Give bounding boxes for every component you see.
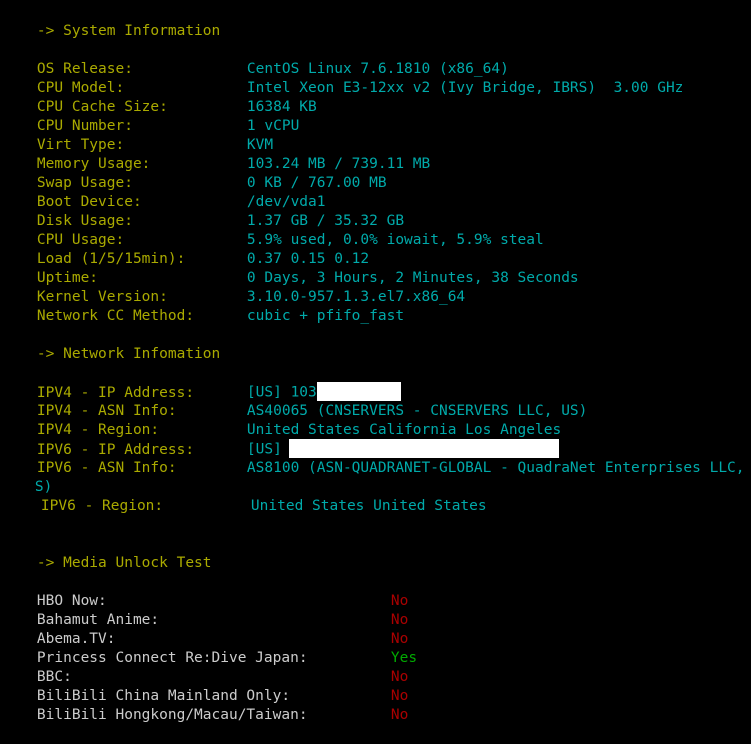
row-ipv4-region: IPV4 - Region: United States California L… [0,402,751,438]
row-cpu-usage: CPU Usage: 5.9% used, 0.0% iowait, 5.9% s… [0,212,751,248]
row-ipv6-asn-info: IPV6 - ASN Info: AS8100 (ASN-QUADRANET-GL… [0,440,751,476]
row-network-cc-method: Network CC Method: cubic + pfifo_fast [0,288,751,324]
row-bbc: BBC: No [0,649,751,685]
row-bilibili-hongkong-macau-taiwan: BiliBili Hongkong/Macau/Taiwan: No [0,687,751,723]
row-bahamut-anime: Bahamut Anime: No [0,592,751,628]
row-kernel-version: Kernel Version: 3.10.0-957.1.3.el7.x86_64 [0,269,751,305]
row-cpu-model: CPU Model: Intel Xeon E3-12xx v2 (Ivy Bri… [0,60,751,96]
row-ipv4-asn-info: IPV4 - ASN Info: AS40065 (CNSERVERS - CNS… [0,383,751,419]
row-load-average: Load (1/5/15min): 0.37 0.15 0.12 [0,231,751,267]
row-swap-usage: Swap Usage: 0 KB / 767.00 MB [0,155,751,191]
row-virt-type: Virt Type: KVM [0,117,751,153]
bilibili-hongkong-macau-taiwan-label: BiliBili Hongkong/Macau/Taiwan: [36,707,308,723]
row-hbo-now: HBO Now: No [0,573,751,609]
row-disk-usage: Disk Usage: 1.37 GB / 35.32 GB [0,193,751,229]
row-abema-tv: Abema.TV: No [0,611,751,647]
row-ipv4-ip-address: IPV4 - IP Address: [US] 103 [0,364,751,401]
section-heading-network-infomation: -> Network Infomation [0,326,751,362]
row-os-release: OS Release: CentOS Linux 7.6.1810 (x86_64… [0,41,751,77]
section-heading-system-information: -> System Information [0,3,751,39]
row-ipv6-region: IPV6 - Region: United States United State… [0,478,751,514]
section-heading-media-unlock-test: -> Media Unlock Test [0,535,751,571]
row-princess-connect-redive-japan: Princess Connect Re:Dive Japan: Yes [0,630,751,666]
row-memory-usage: Memory Usage: 103.24 MB / 739.11 MB [0,136,751,172]
row-uptime: Uptime: 0 Days, 3 Hours, 2 Minutes, 38 Se… [0,250,751,286]
row-boot-device: Boot Device:/dev/vda1 [0,174,751,210]
row-bilibili-china-mainland-only: BiliBili China Mainland Only: No [0,668,751,704]
row-ipv6-ip-address: IPV6 - IP Address: [US] [0,421,751,458]
terminal-screen: -> System Information OS Release: CentOS … [0,0,751,723]
bilibili-hongkong-macau-taiwan-status: No [390,707,409,723]
row-cpu-cache-size: CPU Cache Size: 16384 KB [0,79,751,115]
row-cpu-number: CPU Number: 1 vCPU [0,98,751,134]
row-ipv6-asn-info-wrap: S) [0,459,751,495]
